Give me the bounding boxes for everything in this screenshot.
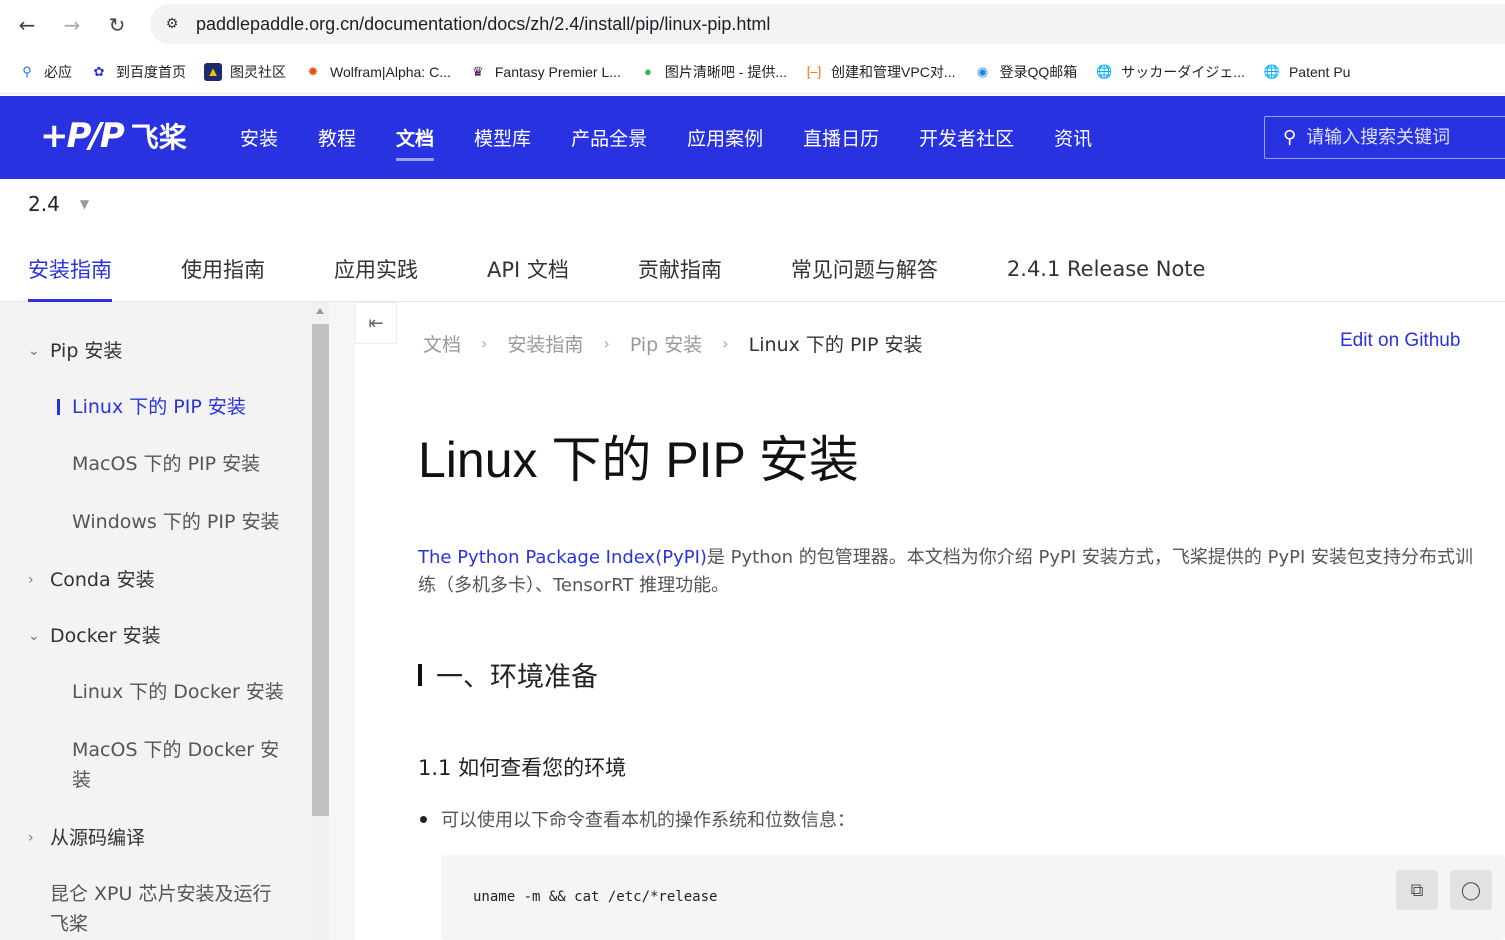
- intro-paragraph: The Python Package Index(PyPI)是 Python 的…: [418, 547, 1473, 596]
- nav-docs[interactable]: 文档: [396, 96, 435, 179]
- cloud-icon: [–]: [806, 64, 822, 79]
- chevron-down-icon: ⌄: [28, 628, 40, 644]
- paddle-logo[interactable]: +P/P 飞桨: [40, 114, 187, 158]
- breadcrumb-install-guide[interactable]: 安装指南: [507, 330, 583, 357]
- back-icon[interactable]: ←: [12, 10, 42, 40]
- site-settings-icon[interactable]: ⚙: [162, 14, 182, 34]
- bookmark-image-site[interactable]: ● 图片清晰吧 - 提供...: [639, 62, 787, 82]
- globe-icon: 🌐: [1096, 63, 1113, 79]
- bookmark-wolfram[interactable]: ✹ Wolfram|Alpha: C...: [304, 63, 451, 81]
- scroll-up-icon[interactable]: [316, 308, 324, 314]
- tab-api-docs[interactable]: API 文档: [487, 235, 569, 302]
- nav-install[interactable]: 安装: [240, 96, 278, 179]
- bookmark-qq-mail[interactable]: ◉ 登录QQ邮箱: [974, 62, 1077, 82]
- chevron-right-icon: ›: [722, 334, 729, 353]
- sidebar-toggle-icon[interactable]: ⇤: [355, 302, 397, 344]
- browser-toolbar: ← → ↻ ⚙ paddlepaddle.org.cn/documentatio…: [0, 0, 1505, 50]
- tab-user-guide[interactable]: 使用指南: [181, 235, 265, 302]
- search-icon: ⚲: [1283, 127, 1297, 148]
- version-label: 2.4: [28, 192, 60, 216]
- subsection-heading: 1.1 如何查看您的环境: [418, 756, 627, 780]
- chevron-right-icon: ›: [603, 334, 610, 353]
- doc-sidebar: ⌄ Pip 安装 Linux 下的 PIP 安装 MacOS 下的 PIP 安装…: [0, 302, 312, 940]
- chevron-right-icon: ›: [481, 334, 488, 353]
- heading-marker: [418, 663, 422, 686]
- nav-cases[interactable]: 应用案例: [687, 96, 763, 179]
- active-indicator: [57, 399, 60, 415]
- logo-mark: +P/P: [40, 116, 125, 156]
- list-item: 可以使用以下命令查看本机的操作系统和位数信息：: [420, 806, 855, 832]
- tab-release-note[interactable]: 2.4.1 Release Note: [1007, 235, 1206, 302]
- tab-practices[interactable]: 应用实践: [334, 235, 418, 302]
- bookmark-turing[interactable]: ▲ 图灵社区: [204, 62, 286, 82]
- scroll-thumb[interactable]: [312, 324, 329, 816]
- search-input[interactable]: [1306, 127, 1505, 148]
- nav-news[interactable]: 资讯: [1054, 96, 1092, 179]
- section-heading: 一、环境准备: [418, 655, 598, 694]
- image-icon: ●: [643, 64, 652, 79]
- site-search[interactable]: ⚲: [1264, 116, 1505, 159]
- breadcrumb: 文档 › 安装指南 › Pip 安装 › Linux 下的 PIP 安装: [423, 330, 923, 357]
- qq-mail-icon: ◉: [976, 63, 989, 79]
- bookmark-premier-league[interactable]: ♛ Fantasy Premier L...: [469, 63, 621, 81]
- premier-league-icon: ♛: [472, 63, 484, 79]
- code-text[interactable]: uname -m && cat /etc/*release: [473, 889, 717, 905]
- nav-products[interactable]: 产品全景: [571, 96, 647, 179]
- chevron-right-icon: ›: [28, 830, 34, 846]
- bookmark-bing[interactable]: ⚲ 必应: [18, 62, 72, 82]
- globe-icon: 🌐: [1263, 63, 1281, 79]
- main-nav: 安装 教程 文档 模型库 产品全景 应用案例 直播日历 开发者社区 资讯: [240, 96, 1132, 179]
- search-icon: ⚲: [22, 63, 32, 79]
- tab-contribute[interactable]: 贡献指南: [638, 235, 722, 302]
- code-block: uname -m && cat /etc/*release ⧉ ◯: [441, 855, 1505, 940]
- bookmark-baidu[interactable]: ✿ 到百度首页: [90, 62, 186, 82]
- breadcrumb-current: Linux 下的 PIP 安装: [748, 334, 923, 356]
- bookmark-soccer-digest[interactable]: 🌐 サッカーダイジェ...: [1095, 62, 1245, 82]
- sidebar-gutter: [329, 302, 355, 940]
- nav-models[interactable]: 模型库: [474, 96, 531, 179]
- pypi-link[interactable]: The Python Package Index(PyPI): [418, 547, 707, 568]
- chevron-down-icon: ▼: [79, 197, 90, 211]
- chevron-down-icon: ⌄: [28, 343, 40, 359]
- baidu-icon: ✿: [93, 63, 105, 79]
- site-header: +P/P 飞桨 安装 教程 文档 模型库 产品全景 应用案例 直播日历 开发者社…: [0, 96, 1505, 179]
- edit-on-github-link[interactable]: Edit on Github: [1340, 330, 1460, 352]
- reload-icon[interactable]: ↻: [102, 10, 132, 40]
- url-text[interactable]: paddlepaddle.org.cn/documentation/docs/z…: [196, 14, 770, 35]
- forward-icon[interactable]: →: [57, 10, 87, 40]
- breadcrumb-pip[interactable]: Pip 安装: [630, 330, 702, 357]
- tab-install-guide[interactable]: 安装指南: [28, 235, 112, 302]
- chevron-right-icon: ›: [28, 572, 34, 588]
- wolfram-icon: ✹: [307, 63, 319, 79]
- doc-tabs: 安装指南 使用指南 应用实践 API 文档 贡献指南 常见问题与解答 2.4.1…: [0, 235, 1505, 302]
- breadcrumb-docs[interactable]: 文档: [423, 330, 461, 357]
- nav-live[interactable]: 直播日历: [803, 96, 879, 179]
- bookmark-vpc[interactable]: [–] 创建和管理VPC对...: [805, 62, 956, 82]
- nav-tutorials[interactable]: 教程: [318, 96, 356, 179]
- sidebar-scrollbar[interactable]: [312, 302, 329, 940]
- page-title: Linux 下的 PIP 安装: [418, 432, 859, 488]
- tab-faq[interactable]: 常见问题与解答: [791, 235, 938, 302]
- bookmarks-bar: ⚲ 必应 ✿ 到百度首页 ▲ 图灵社区 ✹ Wolfram|Alpha: C... ♛ F…: [0, 50, 1505, 94]
- bookmark-patent[interactable]: 🌐 Patent Pu: [1263, 63, 1351, 81]
- logo-text: 飞桨: [130, 121, 187, 154]
- turing-icon: ▲: [204, 62, 222, 81]
- nav-community[interactable]: 开发者社区: [919, 96, 1014, 179]
- lightbulb-icon[interactable]: ◯: [1450, 870, 1492, 910]
- version-selector[interactable]: 2.4 ▼: [28, 192, 89, 216]
- bullet-dot: [420, 815, 427, 823]
- address-bar[interactable]: ⚙ paddlepaddle.org.cn/documentation/docs…: [150, 4, 1505, 44]
- copy-icon[interactable]: ⧉: [1396, 870, 1438, 910]
